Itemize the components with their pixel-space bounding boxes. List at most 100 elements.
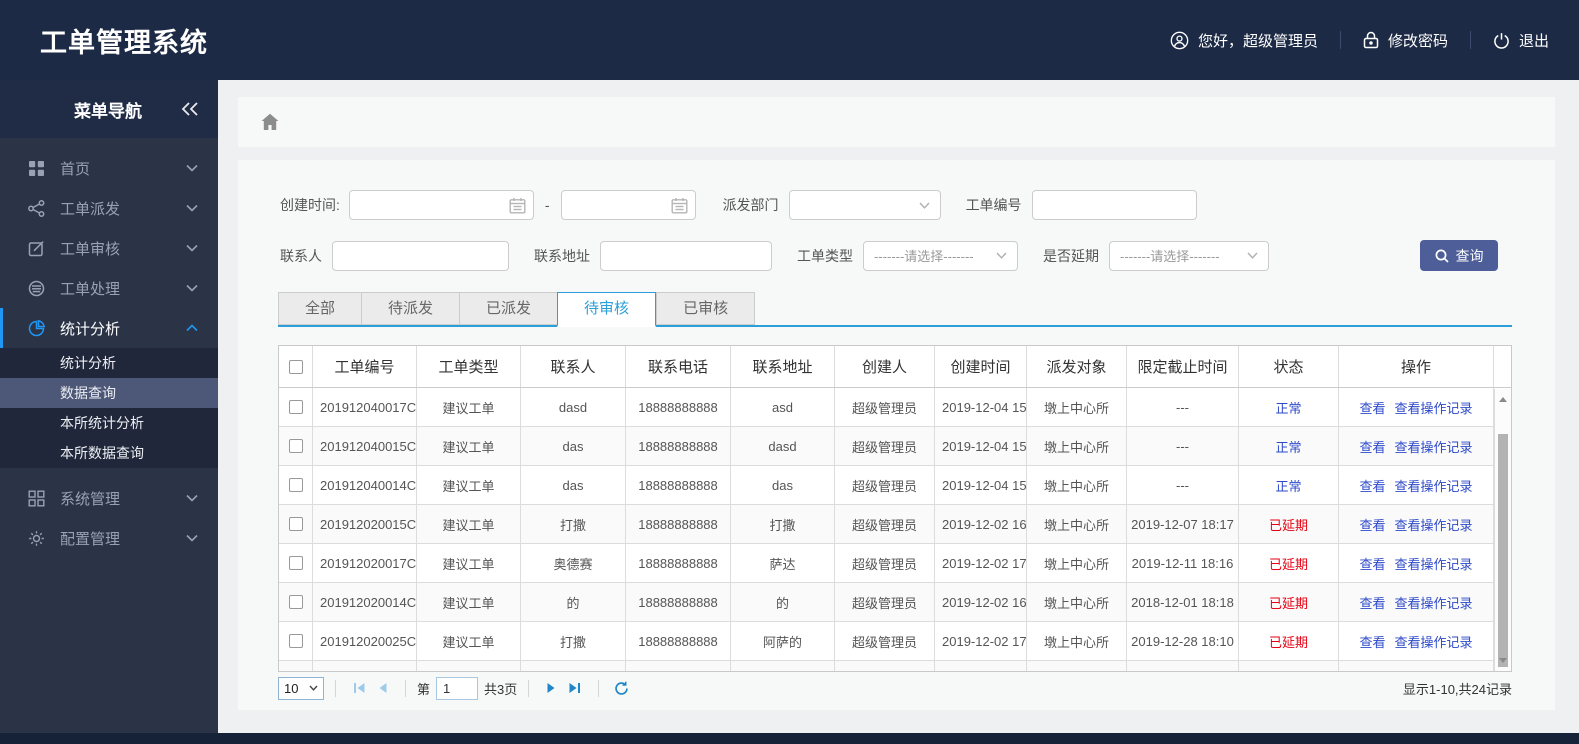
view-log-link[interactable]: 查看操作记录 [1395, 515, 1473, 534]
cell-deadline: --- [1127, 427, 1239, 465]
cell-contact: 的 [521, 583, 626, 621]
cell-creator: 超级管理员 [835, 427, 935, 465]
page-number-input[interactable] [436, 676, 479, 700]
cell-type: 建议工单 [417, 622, 521, 660]
prev-page-button[interactable] [378, 682, 388, 694]
home-icon[interactable] [260, 113, 280, 131]
select-all-checkbox[interactable] [288, 359, 303, 374]
pager-divider [405, 679, 406, 697]
sidebar-item-system[interactable]: 系统管理 [0, 478, 218, 518]
tab-to-review[interactable]: 待审核 [557, 292, 657, 327]
sidebar-item-dispatch[interactable]: 工单派发 [0, 188, 218, 228]
scrollbar-thumb[interactable] [1498, 434, 1508, 667]
cell-status: 正常 [1239, 427, 1339, 465]
refresh-icon[interactable] [614, 681, 629, 696]
cell-actions: 查看 查看操作记录 [1339, 622, 1494, 660]
cell-deadline: --- [1127, 388, 1239, 426]
page-size-select[interactable]: 10 [278, 676, 324, 700]
table-row [279, 661, 1511, 671]
select-placeholder: -------请选择------- [874, 249, 974, 264]
edit-icon [27, 240, 46, 257]
sidebar-item-home[interactable]: 首页 [0, 148, 218, 188]
sidebar-collapse-icon[interactable] [180, 101, 200, 117]
row-checkbox[interactable] [288, 439, 303, 453]
sidebar-item-process[interactable]: 工单处理 [0, 268, 218, 308]
sidebar-subitem-local-statistics[interactable]: 本所统计分析 [0, 408, 218, 438]
view-link[interactable]: 查看 [1359, 554, 1385, 573]
delayed-select[interactable]: -------请选择------- [1109, 240, 1269, 271]
view-log-link[interactable]: 查看操作记录 [1395, 632, 1473, 651]
cell-contact: das [521, 427, 626, 465]
sidebar: 菜单导航 首页 工单派发 工单审核 工单处理 统计分析 统计分析 数据查询 本所… [0, 80, 218, 733]
tab-reviewed[interactable]: 已审核 [656, 292, 756, 325]
view-log-link[interactable]: 查看操作记录 [1395, 593, 1473, 612]
row-checkbox[interactable] [288, 595, 303, 609]
tab-all[interactable]: 全部 [278, 292, 362, 325]
order-type-select[interactable]: -------请选择------- [863, 240, 1018, 271]
row-checkbox[interactable] [288, 478, 303, 492]
logout-button[interactable]: 退出 [1493, 30, 1549, 51]
change-password-button[interactable]: 修改密码 [1363, 30, 1448, 51]
logout-label: 退出 [1518, 32, 1549, 50]
view-link[interactable]: 查看 [1359, 398, 1385, 417]
cell-deadline: 2019-12-11 18:16 [1127, 544, 1239, 582]
sidebar-item-review[interactable]: 工单审核 [0, 228, 218, 268]
sidebar-subitem-local-data-query[interactable]: 本所数据查询 [0, 438, 218, 468]
first-page-button[interactable] [353, 682, 366, 694]
last-page-button[interactable] [568, 682, 581, 694]
breadcrumb [238, 97, 1555, 147]
search-button[interactable]: 查询 [1420, 240, 1498, 271]
cell-order-no [313, 661, 417, 671]
view-log-link[interactable]: 查看操作记录 [1395, 398, 1473, 417]
cell-create-time: 2019-12-02 17: [935, 544, 1027, 582]
row-checkbox[interactable] [288, 517, 303, 531]
grid-icon [27, 160, 46, 177]
contact-field [332, 240, 509, 271]
cell-deadline: --- [1127, 466, 1239, 504]
row-checkbox[interactable] [288, 400, 303, 414]
order-no-input[interactable] [1032, 191, 1196, 219]
contact-input[interactable] [333, 241, 508, 270]
filter-row-1: 创建时间: - 派发部门 工单编号 [238, 190, 1555, 220]
next-page-button[interactable] [546, 682, 556, 694]
search-icon [1435, 249, 1449, 263]
scroll-down-icon[interactable] [1499, 658, 1507, 663]
create-time-end-input[interactable] [561, 191, 695, 219]
view-link[interactable]: 查看 [1359, 437, 1385, 456]
column-header: 联系电话 [626, 346, 731, 387]
view-log-link[interactable]: 查看操作记录 [1395, 554, 1473, 573]
sidebar-subitem-data-query[interactable]: 数据查询 [0, 378, 218, 408]
cell-deadline [1127, 661, 1239, 671]
create-time-start-field [348, 190, 534, 220]
create-time-start-input[interactable] [349, 191, 533, 219]
view-link[interactable]: 查看 [1359, 476, 1385, 495]
cell-target: 墩上中心所 [1027, 505, 1127, 543]
cell-status: 正常 [1239, 388, 1339, 426]
cell-status: 已延期 [1239, 622, 1339, 660]
view-link[interactable]: 查看 [1359, 593, 1385, 612]
tab-dispatched[interactable]: 已派发 [459, 292, 558, 325]
sidebar-subitem-statistics-analysis[interactable]: 统计分析 [0, 348, 218, 378]
view-log-link[interactable]: 查看操作记录 [1395, 437, 1473, 456]
scroll-up-icon[interactable] [1499, 397, 1507, 402]
sidebar-item-config[interactable]: 配置管理 [0, 518, 218, 558]
chevron-down-icon [186, 284, 198, 292]
sidebar-item-statistics[interactable]: 统计分析 [0, 308, 218, 348]
view-log-link[interactable]: 查看操作记录 [1395, 476, 1473, 495]
sidebar-menu: 首页 工单派发 工单审核 工单处理 统计分析 统计分析 数据查询 本所统计分析 … [0, 138, 218, 558]
dispatch-dept-select[interactable] [788, 190, 941, 220]
view-link[interactable]: 查看 [1359, 632, 1385, 651]
statistics-submenu: 统计分析 数据查询 本所统计分析 本所数据查询 [0, 348, 218, 468]
cell-deadline: 2018-12-01 18:18 [1127, 583, 1239, 621]
share-icon [27, 199, 46, 217]
address-input[interactable] [601, 241, 771, 270]
tab-to-dispatch[interactable]: 待派发 [361, 292, 460, 325]
row-checkbox[interactable] [288, 556, 303, 570]
cell-create-time: 2019-12-02 16: [935, 505, 1027, 543]
row-checkbox[interactable] [288, 634, 303, 648]
view-link[interactable]: 查看 [1359, 515, 1385, 534]
cell-type: 建议工单 [417, 466, 521, 504]
header-divider [1469, 31, 1471, 49]
cell-phone [626, 661, 731, 671]
table-scrollbar[interactable] [1494, 389, 1511, 671]
